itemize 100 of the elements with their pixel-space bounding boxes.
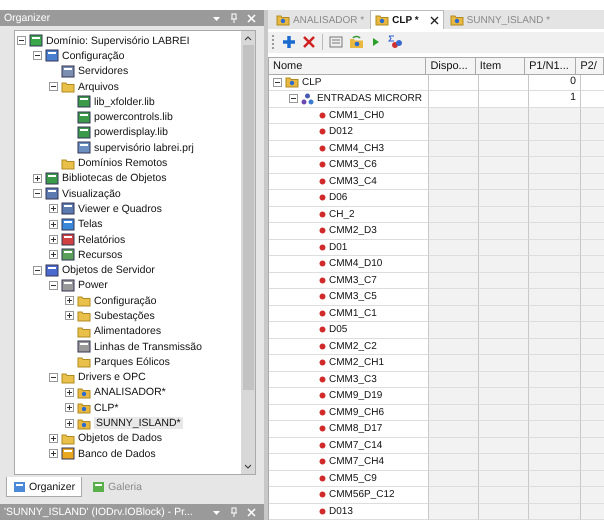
- tree-item[interactable]: powercontrols.lib: [94, 111, 173, 124]
- tag-name[interactable]: CMM3_C4: [329, 176, 377, 187]
- expander-icon[interactable]: [49, 235, 58, 244]
- expander-icon[interactable]: [33, 174, 42, 183]
- expander-icon[interactable]: [49, 280, 58, 290]
- item-icon: [61, 248, 75, 262]
- pin-icon[interactable]: [230, 507, 238, 517]
- expander-icon[interactable]: [49, 204, 58, 214]
- table-cell: [479, 454, 529, 470]
- expander-icon[interactable]: [33, 189, 42, 198]
- tree-item[interactable]: Parques Eólicos: [94, 356, 170, 368]
- tree-item[interactable]: powerdisplay.lib: [94, 126, 168, 138]
- expander-icon[interactable]: [33, 266, 42, 275]
- tag-name[interactable]: CMM2_CH1: [329, 357, 384, 368]
- tag-name[interactable]: CMM4_D10: [329, 258, 382, 270]
- tree-item[interactable]: Telas: [78, 218, 103, 230]
- panel-tab[interactable]: Organizer: [6, 477, 82, 497]
- table-cell: [581, 355, 604, 372]
- tag-name[interactable]: CMM3_C7: [329, 274, 377, 286]
- tree-item[interactable]: Linhas de Transmissão: [94, 340, 202, 353]
- expander-icon[interactable]: [65, 296, 74, 306]
- folder-icon: [61, 156, 75, 170]
- tree-item[interactable]: Servidores: [78, 65, 128, 78]
- tag-name[interactable]: CMM7_C14: [329, 440, 382, 451]
- tree-item[interactable]: Subestações: [94, 310, 155, 322]
- tree-item[interactable]: Objetos de Dados: [78, 432, 162, 444]
- folder-icon: [77, 416, 91, 430]
- tree-item[interactable]: Recursos: [78, 248, 122, 261]
- table-cell: [479, 174, 529, 190]
- close-icon[interactable]: [430, 16, 439, 24]
- tag-name[interactable]: CMM5_C9: [329, 472, 377, 484]
- tree-item[interactable]: Domínios Remotos: [78, 157, 168, 170]
- expander-icon[interactable]: [65, 418, 74, 428]
- form-icon[interactable]: [329, 35, 343, 50]
- document-tab[interactable]: CLP *: [370, 10, 444, 29]
- tag-name[interactable]: CMM1_CH0: [329, 110, 384, 121]
- tree-item[interactable]: Drivers e OPC: [78, 371, 146, 384]
- tree-item[interactable]: CLP*: [94, 402, 119, 414]
- tag-name[interactable]: D05: [329, 324, 348, 336]
- tree-item[interactable]: Domínio: Supervisório LABREI: [46, 34, 190, 47]
- sigma-icon[interactable]: [387, 35, 403, 50]
- tree-item[interactable]: SUNNY_ISLAND*: [94, 417, 183, 430]
- tag-name[interactable]: CMM9_CH6: [329, 406, 384, 418]
- tag-name[interactable]: ENTRADAS MICRORR: [317, 93, 422, 104]
- column-header[interactable]: Nome: [269, 56, 426, 74]
- scroll-down-icon[interactable]: [244, 464, 252, 470]
- tag-name[interactable]: CMM4_CH3: [329, 142, 384, 154]
- tree-item[interactable]: ANALISADOR*: [94, 386, 166, 398]
- tag-name[interactable]: CMM9_D19: [329, 390, 382, 402]
- tag-name[interactable]: D01: [329, 242, 348, 253]
- tag-name[interactable]: CMM3_C3: [329, 374, 377, 385]
- expander-icon[interactable]: [273, 78, 282, 87]
- scrollbar[interactable]: [241, 31, 255, 474]
- tag-name[interactable]: CMM7_CH4: [329, 456, 384, 468]
- expander-icon[interactable]: [49, 220, 58, 229]
- expander-icon[interactable]: [49, 449, 58, 458]
- dot-icon: [319, 425, 326, 432]
- tree-item[interactable]: Arquivos: [78, 80, 119, 93]
- tree-item[interactable]: Power: [78, 279, 108, 292]
- table-cell: [581, 108, 604, 124]
- tree-item[interactable]: Objetos de Servidor: [62, 264, 155, 276]
- tree-item[interactable]: Configuração: [94, 294, 156, 307]
- tag-name[interactable]: CMM2_C2: [329, 340, 377, 352]
- tag-name[interactable]: D012: [329, 126, 353, 138]
- expander-icon[interactable]: [289, 94, 298, 104]
- expander-icon[interactable]: [49, 82, 58, 92]
- tag-name[interactable]: D013: [329, 506, 353, 517]
- tag-name[interactable]: CLP: [302, 76, 322, 88]
- tree-item[interactable]: Banco de Dados: [78, 448, 156, 460]
- tree-item[interactable]: supervisório labrei.prj: [94, 142, 194, 154]
- expander-icon[interactable]: [65, 403, 74, 412]
- tag-name[interactable]: CMM2_D3: [329, 225, 377, 236]
- delete-icon[interactable]: [302, 35, 316, 50]
- expander-icon[interactable]: [49, 250, 58, 260]
- expander-icon[interactable]: [33, 51, 42, 60]
- tag-name[interactable]: CH_2: [329, 208, 355, 220]
- expander-icon[interactable]: [49, 372, 58, 382]
- table-cell: [529, 190, 581, 206]
- tree-item[interactable]: Relatórios: [78, 234, 126, 246]
- expander-icon[interactable]: [65, 388, 74, 397]
- tag-name[interactable]: CMM3_C6: [329, 159, 377, 170]
- expander-icon[interactable]: [49, 434, 58, 443]
- scroll-thumb[interactable]: [242, 45, 254, 390]
- tag-name[interactable]: CMM56P_C12: [329, 489, 395, 500]
- folder-icon[interactable]: [349, 35, 365, 50]
- scroll-up-icon[interactable]: [244, 35, 252, 41]
- tag-name[interactable]: D06: [329, 192, 348, 204]
- tree-item[interactable]: Visualização: [62, 188, 121, 200]
- tree-item[interactable]: Bibliotecas de Objetos: [62, 172, 166, 184]
- expander-icon[interactable]: [17, 36, 26, 46]
- plus-icon[interactable]: [282, 35, 296, 50]
- tree-item[interactable]: Viewer e Quadros: [78, 202, 162, 215]
- tree-item[interactable]: Alimentadores: [94, 325, 162, 338]
- tree-item[interactable]: lib_xfolder.lib: [94, 96, 155, 108]
- expander-icon[interactable]: [65, 311, 74, 320]
- tree-item[interactable]: Configuração: [62, 50, 124, 62]
- tag-name[interactable]: CMM1_C1: [329, 308, 377, 319]
- tag-name[interactable]: CMM3_C5: [329, 291, 377, 302]
- pin-icon[interactable]: [230, 13, 238, 23]
- tag-name[interactable]: CMM8_D17: [329, 423, 382, 434]
